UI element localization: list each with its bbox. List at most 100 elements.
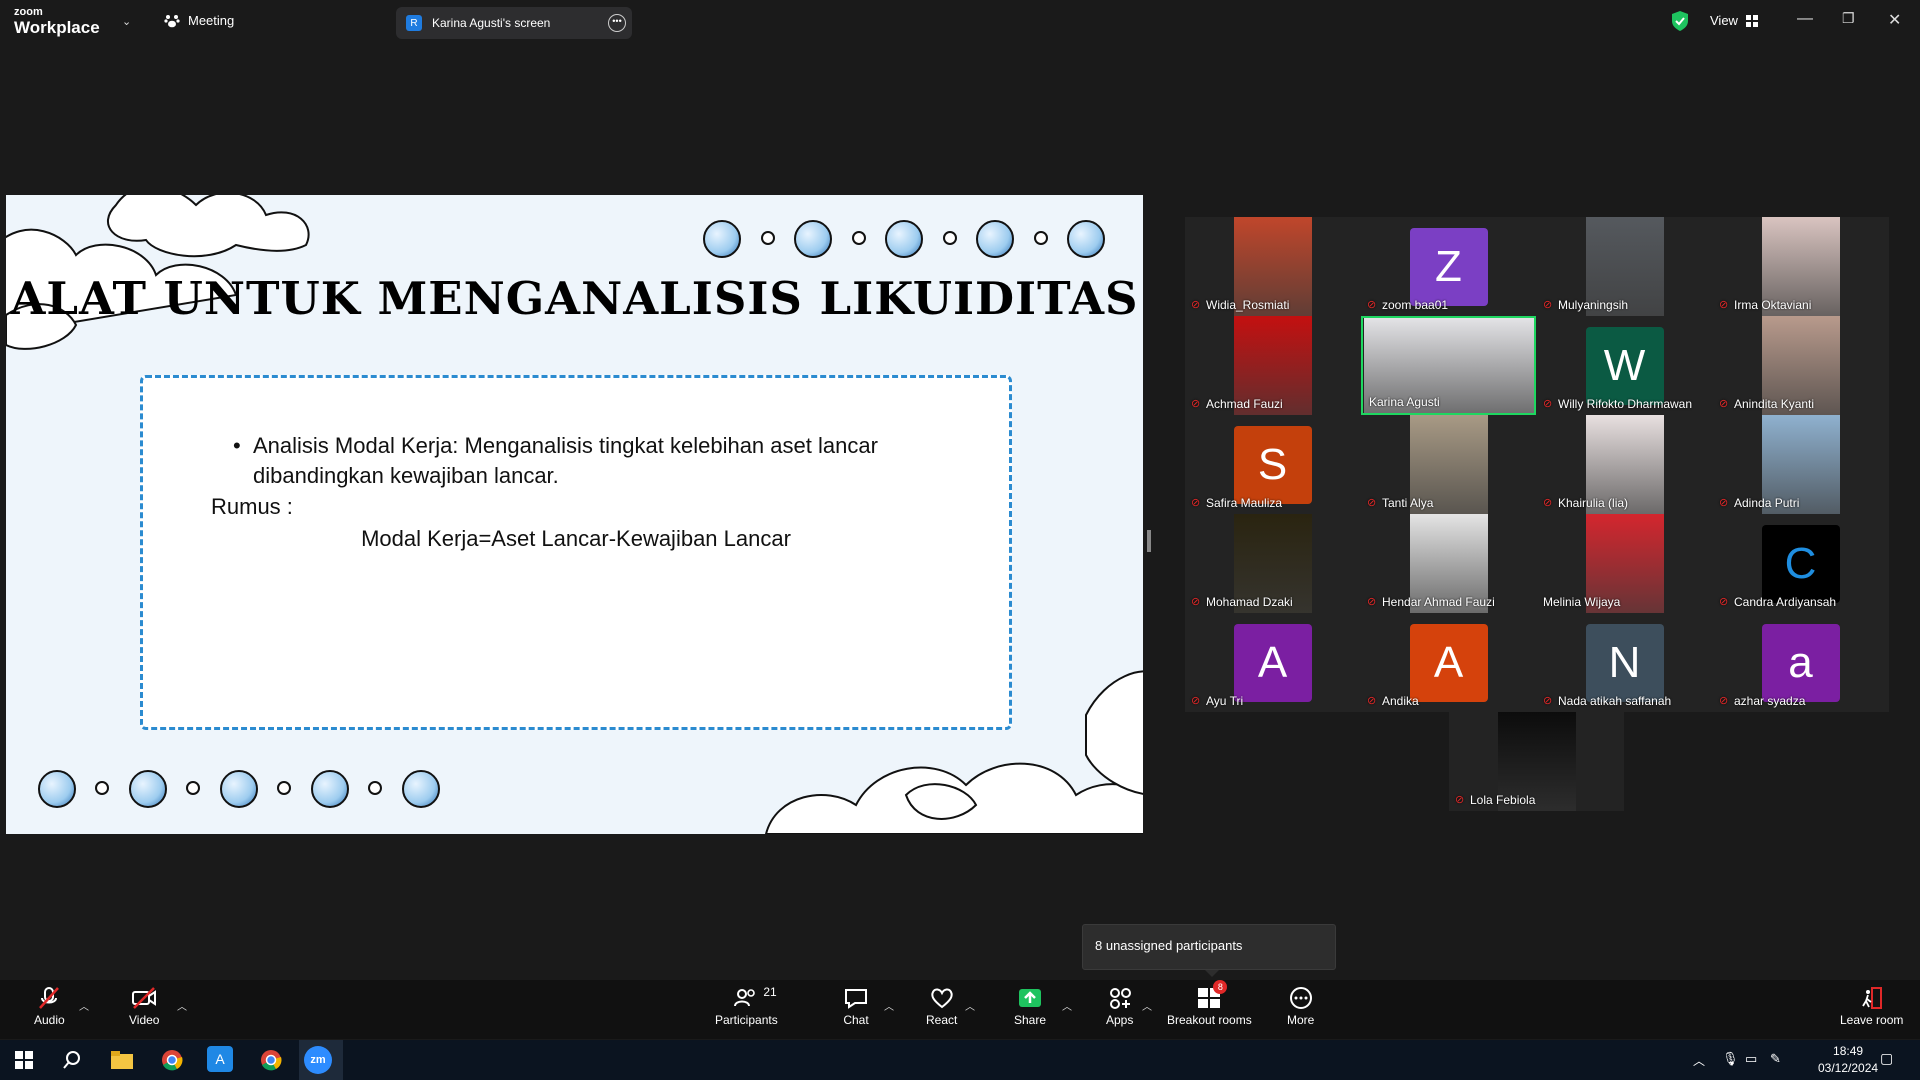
- participant-name: Khairulia (lia): [1558, 496, 1629, 510]
- slide-content-box: Analisis Modal Kerja: Menganalisis tingk…: [140, 375, 1012, 730]
- minimize-icon[interactable]: —: [1797, 10, 1813, 28]
- participant-tile[interactable]: ⊘ Khairulia (lia): [1537, 415, 1712, 514]
- network-icon[interactable]: ▭: [1745, 1051, 1757, 1067]
- participants-count: 21: [763, 985, 777, 999]
- participant-tile[interactable]: ⊘ Hendar Ahmad Fauzi: [1361, 514, 1536, 613]
- participant-tile[interactable]: C ⊘ Candra Ardiyansah: [1713, 514, 1888, 613]
- react-label: React: [926, 1013, 958, 1027]
- participant-tile[interactable]: W ⊘ Willy Rifokto Dharmawan: [1537, 316, 1712, 415]
- participant-name-label: ⊘ azhar syadza: [1719, 694, 1805, 708]
- muted-microphone-icon: ⊘: [1719, 497, 1729, 509]
- participant-name: Irma Oktaviani: [1734, 298, 1812, 312]
- participant-tile[interactable]: N ⊘ Nada atikah saffanah: [1537, 613, 1712, 712]
- meeting-label: Meeting: [188, 13, 235, 28]
- microphone-tray-icon[interactable]: 🎙: [1722, 1051, 1739, 1067]
- close-icon[interactable]: ✕: [1888, 10, 1901, 30]
- more-button[interactable]: More: [1287, 986, 1314, 1027]
- participant-tile[interactable]: ⊘ Tanti Alya: [1361, 415, 1536, 514]
- file-explorer-icon[interactable]: [108, 1046, 136, 1074]
- participant-name-label: ⊘ Ayu Tri: [1191, 694, 1243, 708]
- participant-tile[interactable]: S ⊘ Safira Mauliza: [1185, 415, 1360, 514]
- muted-microphone-icon: [39, 987, 60, 1009]
- more-options-icon[interactable]: •••: [608, 14, 626, 32]
- audio-button[interactable]: Audio: [34, 986, 65, 1027]
- splitter-handle[interactable]: [1147, 530, 1151, 552]
- zoom-taskbar-icon[interactable]: zm: [304, 1046, 332, 1074]
- participant-tile[interactable]: ⊘ Lola Febiola: [1449, 712, 1624, 811]
- pen-icon[interactable]: ✎: [1770, 1051, 1781, 1067]
- participant-tile[interactable]: a ⊘ azhar syadza: [1713, 613, 1888, 712]
- dot-decoration: [368, 781, 382, 795]
- chevron-up-icon[interactable]: ︿: [1693, 1052, 1705, 1069]
- more-label: More: [1287, 1013, 1315, 1027]
- share-options-caret[interactable]: ︿: [1062, 998, 1072, 1013]
- app-store-icon[interactable]: A: [207, 1046, 233, 1072]
- muted-microphone-icon: ⊘: [1367, 596, 1377, 608]
- participant-tile[interactable]: ⊘ Widia_Rosmiati: [1185, 217, 1360, 316]
- chat-options-caret[interactable]: ︿: [884, 998, 894, 1013]
- system-clock[interactable]: 18:49 03/12/2024: [1818, 1043, 1878, 1077]
- muted-microphone-icon: ⊘: [1191, 398, 1201, 410]
- shared-screen-tab[interactable]: R Karina Agusti's screen •••: [396, 7, 632, 39]
- react-button[interactable]: React: [926, 986, 957, 1027]
- slide-title: ALAT UNTUK MENGANALISIS LIKUIDITAS: [10, 272, 1139, 325]
- muted-microphone-icon: ⊘: [1543, 299, 1553, 311]
- participant-tile[interactable]: A ⊘ Andika: [1361, 613, 1536, 712]
- view-button[interactable]: View: [1710, 13, 1758, 28]
- dot-decoration: [95, 781, 109, 795]
- participant-avatar: N: [1585, 624, 1664, 702]
- video-options-caret[interactable]: ︿: [177, 998, 187, 1013]
- exit-icon: [1861, 987, 1882, 1009]
- brand-top: zoom: [14, 6, 43, 18]
- participants-button[interactable]: 21 Participants: [715, 985, 778, 1027]
- participant-tile[interactable]: Z ⊘ zoom baa01: [1361, 217, 1536, 316]
- participant-name: Karina Agusti: [1369, 395, 1440, 409]
- windows-start-icon[interactable]: [10, 1046, 38, 1074]
- react-options-caret[interactable]: ︿: [965, 998, 975, 1013]
- zoom-logo[interactable]: zoom Workplace: [14, 6, 100, 37]
- muted-microphone-icon: ⊘: [1719, 596, 1729, 608]
- leave-room-button[interactable]: Leave room: [1840, 986, 1903, 1027]
- participant-tile[interactable]: ⊘ Mulyaningsih: [1537, 217, 1712, 316]
- brand-bottom: Workplace: [14, 18, 100, 37]
- share-button[interactable]: Share: [1014, 986, 1046, 1027]
- audio-options-caret[interactable]: ︿: [79, 998, 89, 1013]
- clock-date: 03/12/2024: [1818, 1061, 1879, 1075]
- muted-microphone-icon: ⊘: [1191, 497, 1201, 509]
- participant-name: Mulyaningsih: [1558, 298, 1629, 312]
- maximize-icon[interactable]: ❐: [1842, 10, 1855, 27]
- chrome-icon[interactable]: [158, 1046, 186, 1074]
- participant-tile[interactable]: ⊘ Mohamad Dzaki: [1185, 514, 1360, 613]
- participant-tile[interactable]: Karina Agusti: [1361, 316, 1536, 415]
- participant-tile[interactable]: ⊘ Irma Oktaviani: [1713, 217, 1888, 316]
- participant-name: Achmad Fauzi: [1206, 397, 1283, 411]
- participant-tile[interactable]: Melinia Wijaya: [1537, 514, 1712, 613]
- participant-name: Tanti Alya: [1382, 496, 1434, 510]
- muted-microphone-icon: ⊘: [1367, 497, 1377, 509]
- bubble-decoration: [976, 220, 1014, 258]
- notification-icon[interactable]: ▢: [1880, 1050, 1893, 1067]
- apps-button[interactable]: Apps: [1106, 986, 1133, 1027]
- participant-name-label: ⊘ Mulyaningsih: [1543, 298, 1628, 312]
- participant-tile[interactable]: ⊘ Adinda Putri: [1713, 415, 1888, 514]
- participant-name: Candra Ardiyansah: [1734, 595, 1837, 609]
- dot-decoration: [277, 781, 291, 795]
- participant-tile[interactable]: ⊘ Achmad Fauzi: [1185, 316, 1360, 415]
- participant-tile[interactable]: ⊘ Anindita Kyanti: [1713, 316, 1888, 415]
- participant-name: Mohamad Dzaki: [1206, 595, 1293, 609]
- chat-button[interactable]: Chat: [843, 986, 869, 1027]
- leave-label: Leave room: [1840, 1013, 1904, 1027]
- meeting-menu[interactable]: Meeting: [164, 13, 234, 28]
- apps-options-caret[interactable]: ︿: [1142, 998, 1152, 1013]
- breakout-rooms-button[interactable]: 8 Breakout rooms: [1167, 980, 1252, 1027]
- paw-icon: [164, 14, 180, 27]
- chevron-down-icon[interactable]: ⌄: [122, 15, 131, 28]
- chrome-profile-icon[interactable]: [257, 1046, 285, 1074]
- shield-icon[interactable]: [1670, 10, 1690, 32]
- search-icon[interactable]: [58, 1046, 86, 1074]
- video-button[interactable]: Video: [129, 986, 159, 1027]
- muted-microphone-icon: ⊘: [1367, 299, 1377, 311]
- muted-microphone-icon: ⊘: [1543, 497, 1553, 509]
- participant-tile[interactable]: A ⊘ Ayu Tri: [1185, 613, 1360, 712]
- participant-avatar: A: [1233, 624, 1312, 702]
